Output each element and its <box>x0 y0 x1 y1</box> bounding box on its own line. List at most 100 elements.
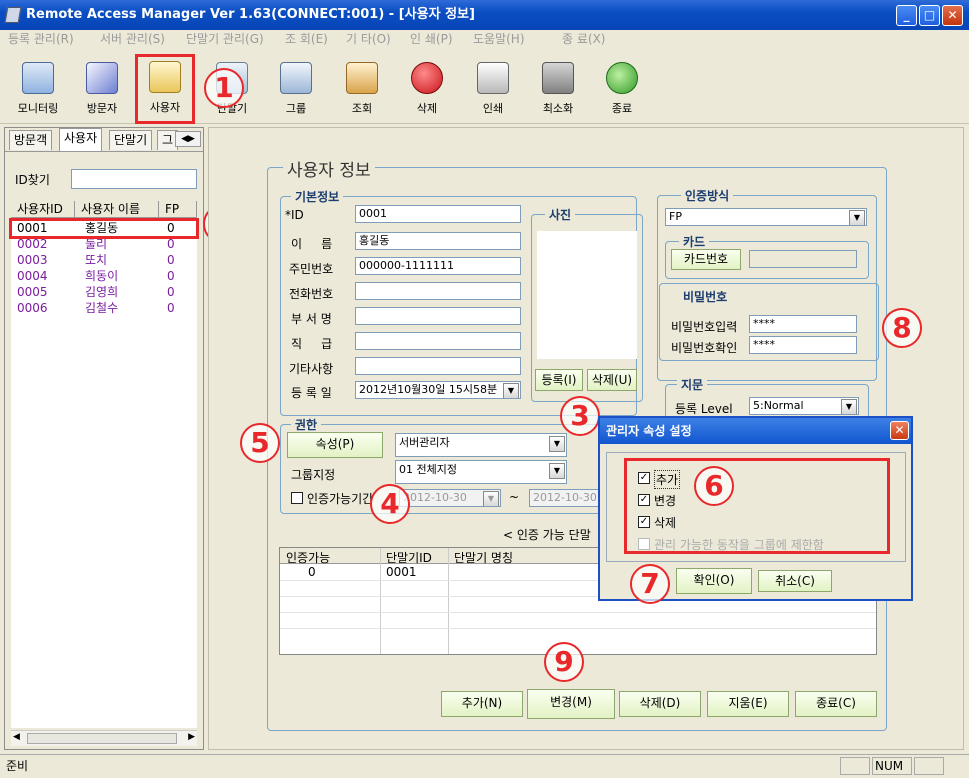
chevron-down-icon: ▼ <box>841 399 857 414</box>
rank-field[interactable] <box>355 332 521 350</box>
status-pane <box>840 757 870 775</box>
period-from-picker[interactable]: 2012-10-30 ▼ <box>399 489 501 507</box>
toolbar-minimize-button[interactable]: 최소화 <box>528 58 588 120</box>
password-input[interactable]: **** <box>749 315 857 333</box>
card-title: 카드 <box>679 233 710 250</box>
list-item[interactable]: 0004 희동이 0 <box>11 268 197 284</box>
column-user-name[interactable]: 사용자 이름 <box>75 201 159 218</box>
card-number-button[interactable]: 카드번호 <box>671 249 741 270</box>
toolbar-print-button[interactable]: 인쇄 <box>463 58 523 120</box>
dialog-ok-button[interactable]: 확인(O) <box>676 568 752 594</box>
option-add-checkbox[interactable]: ✓ <box>638 472 650 484</box>
selection-highlight <box>9 218 199 239</box>
auth-title: 권한 <box>291 416 322 433</box>
tab-scroll-arrows[interactable]: ◀▶ <box>175 131 201 147</box>
phone-label: 전화번호 <box>289 287 334 301</box>
dialog-title-bar: 관리자 속성 설정 <box>600 418 911 444</box>
password-title: 비밀번호 <box>679 288 732 305</box>
id-search-label: ID찾기 <box>15 173 50 187</box>
user-icon <box>149 61 181 93</box>
chevron-down-icon: ▼ <box>483 491 499 506</box>
menu-item-exit[interactable]: 종 료(X) <box>562 30 605 48</box>
grid-column-terminal-id[interactable]: 단말기ID <box>386 549 432 566</box>
add-button[interactable]: 추가(N) <box>441 691 523 717</box>
toolbar-query-button[interactable]: 조회 <box>332 58 392 120</box>
menu-item-terminal[interactable]: 단말기 관리(G) <box>186 30 264 48</box>
chevron-down-icon: ▼ <box>849 210 865 225</box>
horizontal-scrollbar[interactable]: ◀ ▶ <box>11 730 197 746</box>
option-delete-checkbox[interactable]: ✓ <box>638 516 650 528</box>
callout-3: 3 <box>560 396 600 436</box>
toolbar-user-button[interactable]: 사용자 <box>135 54 195 124</box>
callout-7: 7 <box>630 564 670 604</box>
close-button[interactable]: 종료(C) <box>795 691 877 717</box>
option-restrict-checkbox[interactable] <box>638 538 650 550</box>
auth-method-select[interactable]: FP ▼ <box>665 208 867 226</box>
menu-item-print[interactable]: 인 쇄(P) <box>410 30 453 48</box>
auth-period-checkbox[interactable] <box>291 492 303 504</box>
list-item[interactable]: 0005 김영희 0 <box>11 284 197 300</box>
auth-period-label: 인증가능기간 <box>307 492 374 506</box>
menu-item-query[interactable]: 조 회(E) <box>285 30 328 48</box>
photo-register-button[interactable]: 등록(I) <box>535 369 583 391</box>
terminals-caption: < 인증 가능 단말 <box>503 528 591 542</box>
toolbar-delete-button[interactable]: 삭제 <box>397 58 457 120</box>
ssn-field[interactable]: 000000-1111111 <box>355 257 521 275</box>
visitor-icon <box>86 62 118 94</box>
chevron-down-icon: ▼ <box>549 463 565 479</box>
option-add-label: 추가 <box>654 470 681 489</box>
fingerprint-title: 지문 <box>677 376 708 393</box>
column-fp[interactable]: FP <box>159 201 197 218</box>
group-select[interactable]: 01 전체지정 ▼ <box>395 460 567 484</box>
photo-delete-button[interactable]: 삭제(U) <box>587 369 637 391</box>
list-item[interactable]: 0006 김철수 0 <box>11 300 197 316</box>
list-item[interactable]: 0003 또치 0 <box>11 252 197 268</box>
print-icon <box>477 62 509 94</box>
toolbar-visitor-button[interactable]: 방문자 <box>72 58 132 120</box>
toolbar-exit-button[interactable]: 종료 <box>592 58 652 120</box>
tab-terminal[interactable]: 단말기 <box>109 130 153 150</box>
change-button[interactable]: 변경(M) <box>527 689 615 719</box>
etc-field[interactable] <box>355 357 521 375</box>
dialog-cancel-button[interactable]: 취소(C) <box>758 570 832 592</box>
period-to-picker[interactable]: 2012-10-30 <box>529 489 599 507</box>
phone-field[interactable] <box>355 282 521 300</box>
column-user-id[interactable]: 사용자ID <box>11 201 75 218</box>
toolbar-monitoring-button[interactable]: 모니터링 <box>8 58 68 120</box>
card-number-field[interactable] <box>749 250 857 268</box>
callout-5: 5 <box>240 423 280 463</box>
option-change-checkbox[interactable]: ✓ <box>638 494 650 506</box>
toolbar-group-button[interactable]: 그룹 <box>266 58 326 120</box>
menu-item-help[interactable]: 도움말(H) <box>473 30 525 48</box>
callout-6: 6 <box>694 466 734 506</box>
menu-item-etc[interactable]: 기 타(O) <box>346 30 391 48</box>
name-label: 이 름 <box>291 237 333 251</box>
menu-item-server[interactable]: 서버 관리(S) <box>100 30 165 48</box>
grid-column-allowed[interactable]: 인증가능 <box>286 549 330 566</box>
maximize-window-button[interactable]: □ <box>919 5 940 26</box>
delete-button[interactable]: 삭제(D) <box>619 691 701 717</box>
photo-title: 사진 <box>545 206 576 223</box>
name-field[interactable]: 홍길동 <box>355 232 521 250</box>
role-select[interactable]: 서버관리자 ▼ <box>395 433 567 457</box>
id-search-input[interactable] <box>71 169 197 189</box>
exit-icon <box>606 62 638 94</box>
tab-visitor[interactable]: 방문객 <box>9 130 53 150</box>
callout-1: 1 <box>204 68 244 108</box>
status-text: 준비 <box>6 759 29 773</box>
minimize-window-button[interactable]: _ <box>896 5 917 26</box>
option-change-label: 변경 <box>654 494 677 508</box>
close-window-button[interactable]: ✕ <box>942 5 963 26</box>
menu-item-register[interactable]: 등록 관리(R) <box>8 30 74 48</box>
grid-column-terminal-name[interactable]: 단말기 명칭 <box>454 549 513 566</box>
password-confirm-input[interactable]: **** <box>749 336 857 354</box>
level-select[interactable]: 5:Normal ▼ <box>749 397 859 415</box>
regdate-picker[interactable]: 2012년10월30일 15시58분 ▼ <box>355 381 521 399</box>
id-field[interactable]: 0001 <box>355 205 521 223</box>
attribute-button[interactable]: 속성(P) <box>287 432 383 458</box>
tab-user[interactable]: 사용자 <box>59 128 103 151</box>
clear-button[interactable]: 지움(E) <box>707 691 789 717</box>
toolbar: 모니터링 방문자 사용자 단말기 그룹 조회 삭제 인쇄 최소화 종료 1 <box>0 50 969 124</box>
dept-field[interactable] <box>355 307 521 325</box>
dialog-close-icon[interactable]: ✕ <box>890 421 909 440</box>
